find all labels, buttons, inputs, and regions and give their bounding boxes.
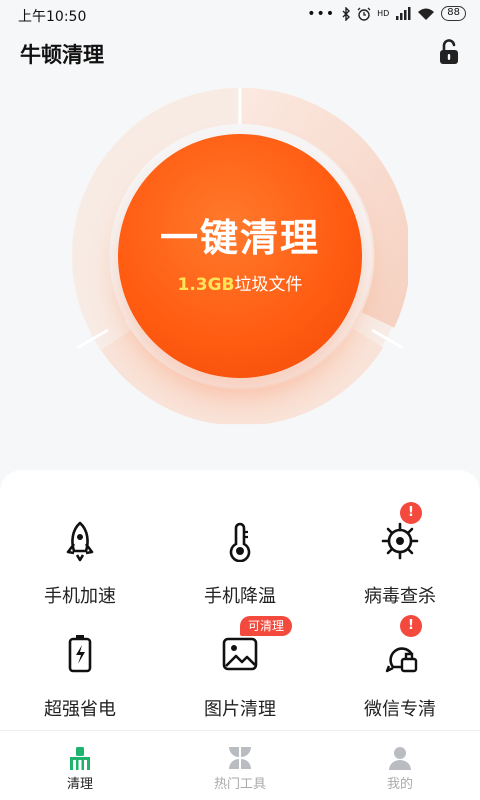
nav-tab-mine[interactable]: 我的	[320, 731, 480, 800]
signal-icon	[396, 7, 411, 20]
rocket-icon	[66, 521, 94, 562]
junk-summary: 1.3GB垃圾文件	[177, 270, 302, 295]
more-dots-icon: •••	[307, 5, 336, 22]
battery-indicator: 88	[441, 6, 466, 21]
status-icons: ••• HD 88	[307, 6, 466, 21]
junk-size: 1.3GB	[177, 275, 235, 295]
wechat-clean-icon	[385, 647, 418, 673]
nav-tab-clean[interactable]: 清理	[0, 731, 160, 800]
hd-signal-label: HD	[377, 9, 390, 18]
clean-button-label: 一键清理	[159, 216, 320, 260]
tool-wechat-clean[interactable]: 微信专清 !	[320, 615, 480, 743]
clean-hero: 一键清理 1.3GB垃圾文件	[72, 88, 408, 424]
tools-panel: 手机加速 手机降温 病毒查杀 ! 超强省电 图片清理 可清理 微信专清 !	[0, 470, 480, 730]
one-click-clean-button[interactable]: 一键清理 1.3GB垃圾文件	[118, 134, 362, 378]
nav-tab-hot-tools[interactable]: 热门工具	[160, 731, 320, 800]
thermometer-icon	[229, 522, 251, 562]
nav-label: 清理	[66, 777, 93, 792]
tool-label: 微信专清	[364, 699, 436, 720]
bluetooth-icon	[342, 6, 351, 21]
battery-icon	[68, 635, 92, 673]
alert-badge: !	[400, 502, 422, 524]
image-icon	[222, 637, 258, 671]
bottom-navigation: 清理 热门工具 我的	[0, 730, 480, 800]
broom-icon	[70, 747, 90, 770]
grid-icon	[229, 747, 251, 769]
junk-text: 垃圾文件	[234, 275, 303, 295]
nav-label: 我的	[386, 777, 413, 792]
virus-icon	[381, 522, 419, 560]
tool-label: 超强省电	[44, 699, 116, 720]
app-header: 牛顿清理	[0, 30, 480, 78]
tool-virus-scan[interactable]: 病毒查杀 !	[320, 502, 480, 630]
tool-label: 图片清理	[204, 699, 276, 720]
tool-photo-clean[interactable]: 图片清理 可清理	[160, 616, 320, 743]
tool-phone-cooling[interactable]: 手机降温	[160, 520, 320, 630]
user-icon	[389, 747, 411, 770]
tool-label: 手机降温	[204, 586, 276, 607]
status-time: 上午10:50	[18, 9, 87, 25]
alarm-icon	[357, 7, 371, 21]
wifi-icon	[418, 8, 435, 20]
cleanable-badge: 可清理	[240, 616, 293, 636]
unlock-icon[interactable]	[438, 39, 460, 65]
app-title: 牛顿清理	[20, 43, 104, 67]
nav-label: 热门工具	[213, 777, 266, 792]
tool-phone-boost[interactable]: 手机加速	[0, 520, 160, 630]
tool-power-saving[interactable]: 超强省电	[0, 633, 160, 743]
status-bar: 上午10:50 ••• HD 88	[0, 0, 480, 30]
tool-label: 病毒查杀	[364, 586, 436, 607]
alert-badge: !	[400, 615, 422, 637]
tool-label: 手机加速	[44, 586, 116, 607]
